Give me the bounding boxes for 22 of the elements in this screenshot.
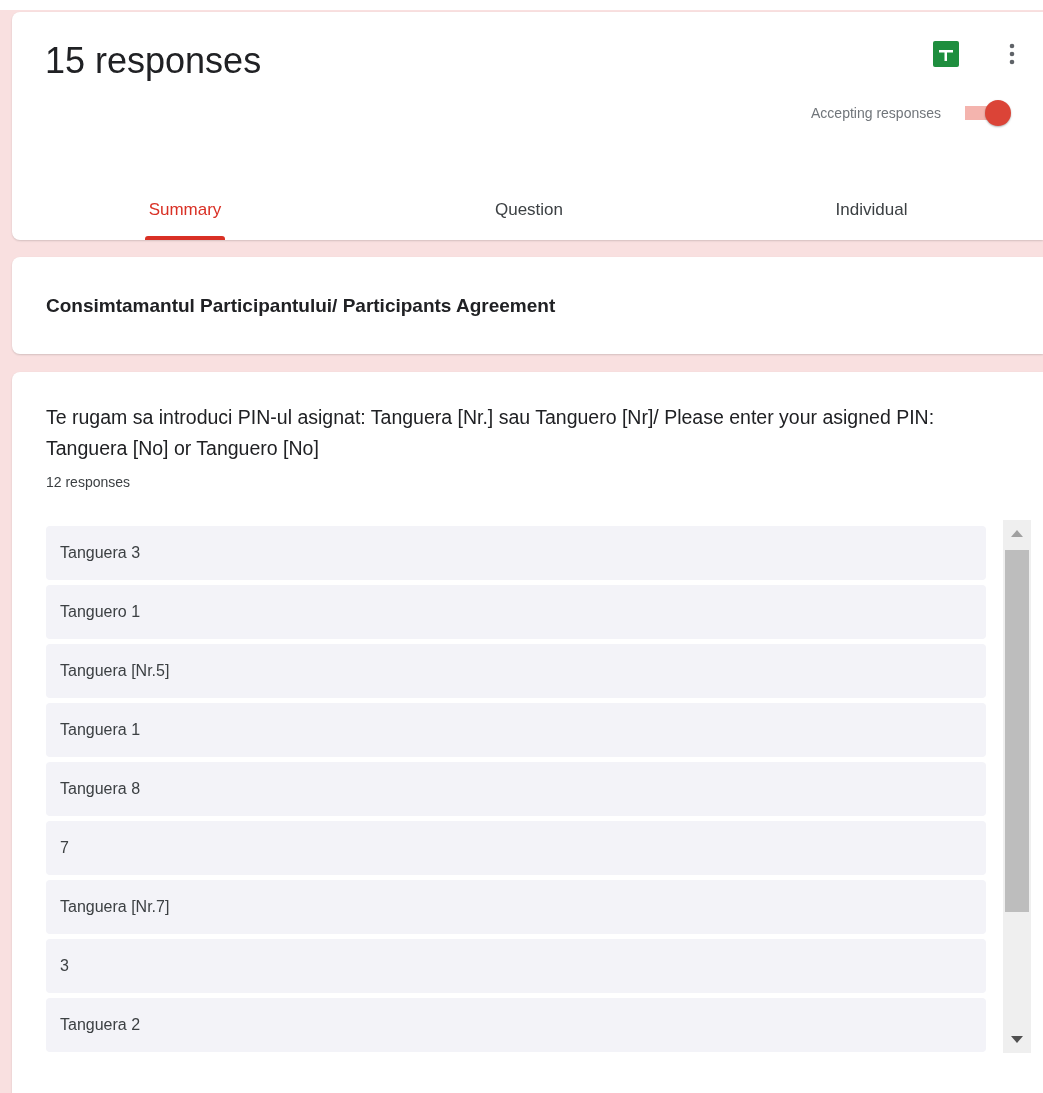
- answer-row: 3: [46, 939, 986, 993]
- more-options-icon[interactable]: [1009, 43, 1015, 65]
- responses-title: 15 responses: [45, 40, 262, 82]
- tab[interactable]: Question: [358, 182, 700, 240]
- response-count: 12 responses: [46, 474, 132, 490]
- tab[interactable]: Summary: [12, 182, 358, 240]
- answer-row: Tanguero 1: [46, 585, 986, 639]
- question-title: Te rugam sa introduci PIN-ul asignat: Tanguera [Nr.] sau Tanguero [Nr]/ Please enter your asigned PIN: Tanguera [No] or Tanguero [No]: [46, 405, 936, 461]
- answer-row: Tanguera 1: [46, 703, 986, 757]
- scroll-down-icon[interactable]: [1011, 1036, 1023, 1043]
- spreadsheet-icon[interactable]: [933, 41, 959, 67]
- scrollbar[interactable]: [1003, 520, 1031, 1053]
- scroll-up-icon[interactable]: [1011, 530, 1023, 537]
- answer-row: Tanguera [Nr.5]: [46, 644, 986, 698]
- tab[interactable]: Individual: [700, 182, 1043, 240]
- answer-row: Tanguera 8: [46, 762, 986, 816]
- section-title: Consimtamantul Participantului/ Participants Agreement: [46, 294, 556, 317]
- accepting-responses-label: Accepting responses: [811, 105, 941, 121]
- answer-row: Tanguera [Nr.7]: [46, 880, 986, 934]
- answer-row: 7: [46, 821, 986, 875]
- answer-row: Tanguera 3: [46, 526, 986, 580]
- answer-row: Tanguera 2: [46, 998, 986, 1052]
